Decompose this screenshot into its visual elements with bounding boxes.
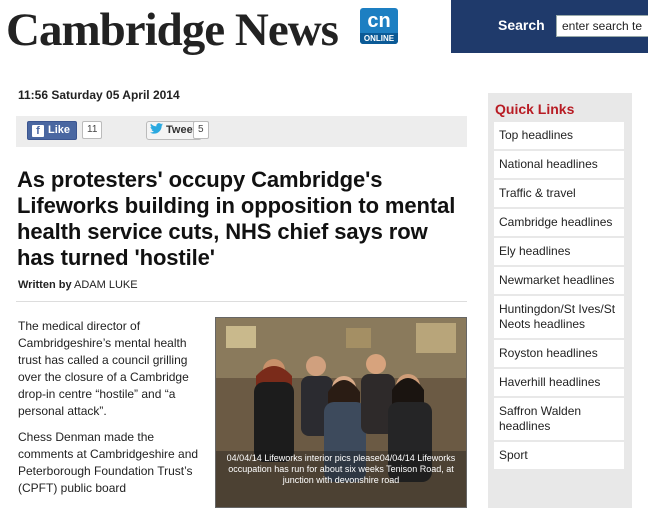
search-label: Search: [498, 17, 545, 33]
quick-link-traffic-travel[interactable]: Traffic & travel: [494, 180, 624, 207]
quick-link-top-headlines[interactable]: Top headlines: [494, 122, 624, 149]
byline-label: Written by: [18, 279, 72, 291]
twitter-bird-icon: [150, 122, 163, 139]
facebook-like-button[interactable]: f Like: [27, 121, 78, 140]
search-input[interactable]: [556, 15, 648, 37]
badge-sub-text: ONLINE: [360, 33, 398, 44]
quick-links-panel: Quick Links Top headlines National headl…: [488, 93, 632, 508]
quick-link-saffron-walden-headlines[interactable]: Saffron Walden headlines: [494, 398, 624, 440]
site-logo[interactable]: Cambridge News: [6, 2, 339, 58]
tweet-label: Tweet: [166, 124, 197, 136]
article-paragraph: The medical director of Cambridgeshire’s…: [18, 319, 189, 418]
quick-link-cambridge-headlines[interactable]: Cambridge headlines: [494, 209, 624, 236]
divider: [16, 301, 467, 302]
byline-author[interactable]: ADAM LUKE: [74, 279, 138, 291]
cn-online-badge[interactable]: cn ONLINE: [360, 8, 398, 44]
article-dateline: 11:56 Saturday 05 April 2014: [18, 88, 180, 102]
like-count: 11: [82, 121, 103, 139]
article-byline: Written by ADAM LUKE: [18, 279, 138, 291]
quick-link-sport[interactable]: Sport: [494, 442, 624, 469]
quick-link-newmarket-headlines[interactable]: Newmarket headlines: [494, 267, 624, 294]
badge-main-text: cn: [367, 10, 391, 32]
article-headline: As protesters' occupy Cambridge's Lifewo…: [17, 167, 456, 270]
article-paragraph: Chess Denman made the comments at Cambri…: [18, 430, 199, 495]
tweet-count: 5: [193, 121, 209, 139]
social-share-bar: f Like 11 Tweet 5: [16, 116, 467, 147]
article-photo[interactable]: 04/04/14 Lifeworks interior pics please0…: [215, 317, 467, 508]
quick-link-huntingdon-headlines[interactable]: Huntingdon/St Ives/St Neots headlines: [494, 296, 624, 338]
quick-link-ely-headlines[interactable]: Ely headlines: [494, 238, 624, 265]
quick-links-list: Top headlines National headlines Traffic…: [494, 122, 624, 471]
like-label: Like: [48, 124, 71, 136]
quick-link-haverhill-headlines[interactable]: Haverhill headlines: [494, 369, 624, 396]
quick-link-national-headlines[interactable]: National headlines: [494, 151, 624, 178]
photo-caption: 04/04/14 Lifeworks interior pics please0…: [216, 451, 466, 507]
facebook-icon: f: [32, 124, 44, 137]
article-body: The medical director of Cambridgeshire’s…: [18, 318, 200, 506]
quick-link-royston-headlines[interactable]: Royston headlines: [494, 340, 624, 367]
search-bar: Search: [451, 0, 648, 53]
quick-links-title: Quick Links: [495, 101, 575, 117]
